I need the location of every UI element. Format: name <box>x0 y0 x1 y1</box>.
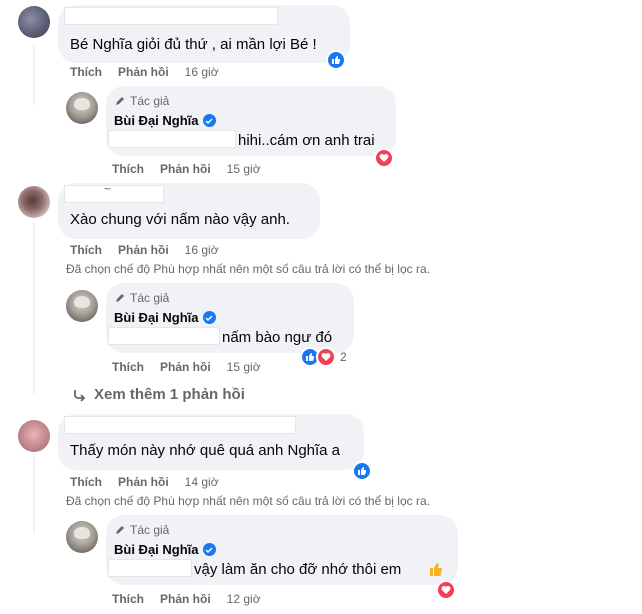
like-reaction-icon[interactable] <box>352 461 372 481</box>
comment-text: Thấy món này nhớ quê quá anh Nghĩa a <box>70 442 341 459</box>
reply-button[interactable]: Phản hồi <box>118 65 169 79</box>
view-more-replies-button[interactable]: Xem thêm 1 phản hồi <box>72 386 245 403</box>
comment-text: Bé Nghĩa giỏi đủ thứ , ai mần lợi Bé ! <box>70 36 317 53</box>
avatar[interactable] <box>18 6 50 38</box>
author-tag: Tác giả <box>114 523 169 537</box>
reply-actions: Thích Phản hồi 15 giờ <box>112 162 261 176</box>
pencil-icon <box>116 294 124 302</box>
author-name[interactable]: Bùi Đại Nghĩa <box>114 113 216 128</box>
author-tag: Tác giả <box>114 291 169 305</box>
like-reaction-icon[interactable] <box>326 50 346 70</box>
timestamp[interactable]: 16 giờ <box>185 243 219 257</box>
love-reaction-icon[interactable] <box>374 148 394 168</box>
redacted-mention <box>108 327 220 345</box>
comment-bubble: ~ Xào chung với nấm nào vậy anh. <box>58 182 320 239</box>
timestamp[interactable]: 16 giờ <box>185 65 219 79</box>
avatar[interactable] <box>18 420 50 452</box>
like-button[interactable]: Thích <box>112 360 144 374</box>
name-fragment: ~ <box>104 182 112 196</box>
reply-text: hihi..cám ơn anh trai <box>238 132 375 149</box>
comment-actions: Thích Phản hồi 14 giờ <box>70 475 219 489</box>
reply-button[interactable]: Phản hồi <box>160 162 211 176</box>
pencil-icon <box>116 526 124 534</box>
filter-note: Đã chọn chế độ Phù hợp nhất nên một số c… <box>66 262 430 276</box>
thread-line <box>33 45 35 105</box>
timestamp[interactable]: 12 giờ <box>227 592 261 606</box>
redacted-name <box>64 7 278 25</box>
timestamp[interactable]: 15 giờ <box>227 360 261 374</box>
reply-button[interactable]: Phản hồi <box>118 475 169 489</box>
reply-actions: Thích Phản hồi 12 giờ <box>112 592 261 606</box>
like-button[interactable]: Thích <box>70 65 102 79</box>
author-avatar[interactable] <box>66 521 98 553</box>
love-reaction-icon[interactable] <box>436 580 456 600</box>
redacted-name <box>64 416 296 434</box>
like-button[interactable]: Thích <box>70 243 102 257</box>
timestamp[interactable]: 15 giờ <box>227 162 261 176</box>
thread-line <box>33 454 35 534</box>
love-reaction-icon[interactable] <box>316 347 336 367</box>
verified-badge-icon <box>202 543 216 556</box>
reply-actions: Thích Phản hồi 15 giờ <box>112 360 261 374</box>
reaction-count[interactable]: 2 <box>340 350 347 364</box>
reply-button[interactable]: Phản hồi <box>160 360 211 374</box>
avatar[interactable] <box>18 186 50 218</box>
author-avatar[interactable] <box>66 92 98 124</box>
filter-note: Đã chọn chế độ Phù hợp nhất nên một số c… <box>66 494 430 508</box>
like-button[interactable]: Thích <box>112 162 144 176</box>
comment-text: Xào chung với nấm nào vậy anh. <box>70 211 290 228</box>
thumbs-up-emoji-icon <box>428 561 444 577</box>
reply-arrow-icon <box>74 389 86 402</box>
author-avatar[interactable] <box>66 290 98 322</box>
reply-button[interactable]: Phản hồi <box>118 243 169 257</box>
thread-line <box>33 222 35 394</box>
like-button[interactable]: Thích <box>112 592 144 606</box>
author-tag: Tác giả <box>114 94 169 108</box>
reply-button[interactable]: Phản hồi <box>160 592 211 606</box>
redacted-mention <box>108 130 236 148</box>
comment-bubble: Bé Nghĩa giỏi đủ thứ , ai mần lợi Bé ! <box>58 5 350 63</box>
redacted-name <box>64 185 164 203</box>
like-button[interactable]: Thích <box>70 475 102 489</box>
reply-text: nấm bào ngư đó <box>222 329 333 346</box>
reply-bubble: Tác giả Bùi Đại Nghĩa hihi..cám ơn anh t… <box>106 86 396 156</box>
reply-text: vậy làm ăn cho đỡ nhớ thôi em <box>194 561 402 578</box>
comment-actions: Thích Phản hồi 16 giờ <box>70 243 219 257</box>
author-name[interactable]: Bùi Đại Nghĩa <box>114 310 216 325</box>
author-name[interactable]: Bùi Đại Nghĩa <box>114 542 216 557</box>
reply-bubble: Tác giả Bùi Đại Nghĩa nấm bào ngư đó <box>106 283 354 353</box>
verified-badge-icon <box>202 114 216 127</box>
redacted-mention <box>108 559 192 577</box>
reply-bubble: Tác giả Bùi Đại Nghĩa vậy làm ăn cho đỡ … <box>106 515 458 585</box>
comment-bubble: Thấy món này nhớ quê quá anh Nghĩa a <box>58 414 364 470</box>
verified-badge-icon <box>202 311 216 324</box>
comment-actions: Thích Phản hồi 16 giờ <box>70 65 219 79</box>
pencil-icon <box>116 97 124 105</box>
timestamp[interactable]: 14 giờ <box>185 475 219 489</box>
